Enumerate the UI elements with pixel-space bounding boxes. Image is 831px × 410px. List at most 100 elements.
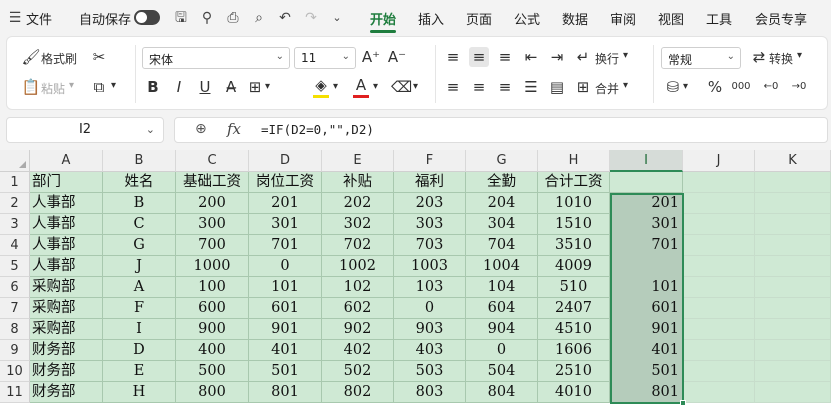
align-bottom-icon[interactable]: ≡: [495, 47, 515, 67]
indent-increase-icon[interactable]: ⇥: [547, 47, 567, 67]
cell-F6[interactable]: 103: [394, 277, 466, 298]
cell-E7[interactable]: 602: [322, 298, 394, 319]
justify-icon[interactable]: ☰: [521, 77, 541, 97]
cell-G1[interactable]: 全勤: [466, 172, 538, 193]
cell-B10[interactable]: E: [103, 361, 176, 382]
cell-B2[interactable]: B: [103, 193, 176, 214]
cell-B11[interactable]: H: [103, 382, 176, 403]
cell-G2[interactable]: 204: [466, 193, 538, 214]
cell-J3[interactable]: [683, 214, 755, 235]
cell-G3[interactable]: 304: [466, 214, 538, 235]
cell-F9[interactable]: 403: [394, 340, 466, 361]
cell-H6[interactable]: 510: [538, 277, 610, 298]
column-header-h[interactable]: H: [538, 150, 610, 172]
align-middle-icon[interactable]: ≡: [469, 47, 489, 67]
cell-J11[interactable]: [683, 382, 755, 403]
cell-E11[interactable]: 802: [322, 382, 394, 403]
decrease-font-icon[interactable]: A⁻: [387, 47, 407, 67]
convert-chevron-icon[interactable]: ▾: [797, 50, 802, 61]
cell-A6[interactable]: 采购部: [30, 277, 103, 298]
cell-C4[interactable]: 700: [176, 235, 249, 256]
font-name-select[interactable]: 宋体 ⌄: [142, 47, 290, 69]
tab-tools[interactable]: 工具: [706, 9, 732, 28]
cell-A11[interactable]: 财务部: [30, 382, 103, 403]
cell-I5[interactable]: [610, 256, 683, 277]
eraser-icon[interactable]: ⌫: [391, 77, 412, 97]
percent-button[interactable]: %: [705, 77, 725, 97]
cell-K5[interactable]: [755, 256, 831, 277]
row-header-5[interactable]: 5: [0, 256, 30, 277]
cell-B8[interactable]: I: [103, 319, 176, 340]
cell-A5[interactable]: 人事部: [30, 256, 103, 277]
copy-icon[interactable]: ⧉: [89, 77, 109, 97]
tab-review[interactable]: 审阅: [610, 9, 636, 28]
row-header-4[interactable]: 4: [0, 235, 30, 256]
fill-handle[interactable]: [680, 400, 686, 406]
increase-decimal-icon[interactable]: ←0: [761, 77, 781, 97]
column-header-d[interactable]: D: [249, 150, 322, 172]
increase-font-icon[interactable]: A⁺: [361, 47, 381, 67]
name-box[interactable]: I2 ⌄: [6, 117, 164, 143]
cell-D1[interactable]: 岗位工资: [249, 172, 322, 193]
italic-button[interactable]: I: [169, 77, 189, 97]
cell-F10[interactable]: 503: [394, 361, 466, 382]
fill-color-icon[interactable]: ◈: [311, 75, 331, 95]
row-header-9[interactable]: 9: [0, 340, 30, 361]
cell-F8[interactable]: 903: [394, 319, 466, 340]
column-header-e[interactable]: E: [322, 150, 394, 172]
bold-button[interactable]: B: [143, 77, 163, 97]
cell-I11[interactable]: 801: [610, 382, 683, 403]
cell-K7[interactable]: [755, 298, 831, 319]
cell-C7[interactable]: 600: [176, 298, 249, 319]
underline-button[interactable]: U: [195, 77, 215, 97]
cell-I2[interactable]: 201: [610, 193, 683, 214]
redo-icon[interactable]: ↷: [302, 9, 320, 27]
cell-D7[interactable]: 601: [249, 298, 322, 319]
undo-icon[interactable]: ↶: [276, 9, 294, 27]
row-header-6[interactable]: 6: [0, 277, 30, 298]
cell-I10[interactable]: 501: [610, 361, 683, 382]
merge-button[interactable]: 合并: [595, 80, 619, 97]
cell-E8[interactable]: 902: [322, 319, 394, 340]
cell-F2[interactable]: 203: [394, 193, 466, 214]
tab-home[interactable]: 开始: [370, 9, 396, 28]
column-header-b[interactable]: B: [103, 150, 176, 172]
cell-E9[interactable]: 402: [322, 340, 394, 361]
format-painter-button[interactable]: 格式刷: [41, 50, 77, 67]
cell-J2[interactable]: [683, 193, 755, 214]
cell-K6[interactable]: [755, 277, 831, 298]
cell-H9[interactable]: 1606: [538, 340, 610, 361]
align-left-icon[interactable]: ≡: [443, 77, 463, 97]
cell-B1[interactable]: 姓名: [103, 172, 176, 193]
cell-G11[interactable]: 804: [466, 382, 538, 403]
cell-C1[interactable]: 基础工资: [176, 172, 249, 193]
print-preview-icon[interactable]: ⌕: [250, 9, 268, 27]
row-header-8[interactable]: 8: [0, 319, 30, 340]
cell-A8[interactable]: 采购部: [30, 319, 103, 340]
cell-G9[interactable]: 0: [466, 340, 538, 361]
cell-E2[interactable]: 202: [322, 193, 394, 214]
cell-D2[interactable]: 201: [249, 193, 322, 214]
chevron-down-icon[interactable]: ⌄: [328, 9, 346, 27]
eraser-chevron-icon[interactable]: ▾: [413, 81, 418, 92]
tab-formula[interactable]: 公式: [514, 9, 540, 28]
cell-A4[interactable]: 人事部: [30, 235, 103, 256]
cell-K10[interactable]: [755, 361, 831, 382]
cell-H8[interactable]: 4510: [538, 319, 610, 340]
cell-C9[interactable]: 400: [176, 340, 249, 361]
cell-E10[interactable]: 502: [322, 361, 394, 382]
cell-F3[interactable]: 303: [394, 214, 466, 235]
cell-F5[interactable]: 1003: [394, 256, 466, 277]
cell-I6[interactable]: 101: [610, 277, 683, 298]
fill-chevron-icon[interactable]: ▾: [333, 81, 338, 92]
cell-K1[interactable]: [755, 172, 831, 193]
link-icon[interactable]: ⚲: [198, 9, 216, 27]
cell-J7[interactable]: [683, 298, 755, 319]
cell-I8[interactable]: 901: [610, 319, 683, 340]
column-header-f[interactable]: F: [394, 150, 466, 172]
row-header-3[interactable]: 3: [0, 214, 30, 235]
cell-A1[interactable]: 部门: [30, 172, 103, 193]
cell-K3[interactable]: [755, 214, 831, 235]
decrease-decimal-icon[interactable]: →0: [789, 77, 809, 97]
cell-G7[interactable]: 604: [466, 298, 538, 319]
